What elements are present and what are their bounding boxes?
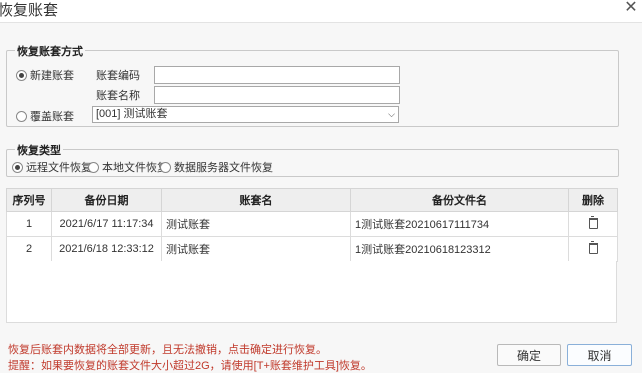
- cell-date: 2021/6/18 12:33:12: [51, 236, 162, 262]
- local-file-radio-dot[interactable]: [88, 161, 99, 173]
- backup-table: 序列号 备份日期 账套名 备份文件名 删除 1 2021/6/17 11:17:…: [6, 188, 618, 262]
- db-server-file-radio[interactable]: 数据服务器文件恢复: [160, 159, 273, 175]
- cell-seq: 1: [6, 211, 52, 237]
- warning-note: 恢复后账套内数据将全部更新，且无法撤销，点击确定进行恢复。: [8, 344, 327, 356]
- table-row[interactable]: 2 2021/6/18 12:33:12 测试账套 1测试账套202106181…: [6, 236, 618, 262]
- reminder-note: 提醒：如果要恢复的账套文件大小超过2G，请使用[T+账套维护工具]恢复。: [8, 360, 372, 372]
- overwrite-account-radio-dot[interactable]: [16, 110, 27, 122]
- overwrite-account-radio-label: 覆盖账套: [30, 111, 74, 123]
- cancel-button[interactable]: 取消: [567, 344, 632, 366]
- remote-file-radio-label: 远程文件恢复: [26, 162, 92, 174]
- account-code-label: 账套编码: [96, 70, 140, 82]
- col-header-date[interactable]: 备份日期: [51, 188, 162, 212]
- close-icon[interactable]: ✕: [622, 0, 640, 17]
- table-header-row: 序列号 备份日期 账套名 备份文件名 删除: [6, 188, 618, 212]
- account-code-input[interactable]: [154, 66, 400, 84]
- col-header-account[interactable]: 账套名: [161, 188, 351, 212]
- trash-icon[interactable]: [588, 216, 598, 229]
- cell-date: 2021/6/17 11:17:34: [51, 211, 162, 237]
- new-account-radio-dot[interactable]: [16, 69, 27, 81]
- cell-filename: 1测试账套20210617111734: [350, 211, 569, 237]
- account-select[interactable]: [001] 测试账套 ⌵: [92, 106, 399, 123]
- restore-type-legend: 恢复类型: [15, 142, 63, 158]
- account-name-input[interactable]: [154, 86, 400, 104]
- cell-filename: 1测试账套20210618123312: [350, 236, 569, 262]
- col-header-delete[interactable]: 删除: [568, 188, 618, 212]
- cell-delete: [568, 211, 618, 237]
- local-file-radio-label: 本地文件恢复: [102, 162, 168, 174]
- new-account-radio[interactable]: 新建账套: [16, 67, 74, 83]
- table-empty-area: [6, 261, 617, 323]
- new-account-radio-label: 新建账套: [30, 70, 74, 82]
- trash-icon[interactable]: [588, 241, 598, 254]
- remote-file-radio-dot[interactable]: [12, 161, 23, 173]
- remote-file-radio[interactable]: 远程文件恢复: [12, 159, 92, 175]
- overwrite-account-radio[interactable]: 覆盖账套: [16, 108, 74, 124]
- account-name-label: 账套名称: [96, 90, 140, 102]
- account-select-value: [001] 测试账套: [96, 108, 168, 120]
- cell-delete: [568, 236, 618, 262]
- col-header-seq[interactable]: 序列号: [6, 188, 52, 212]
- col-header-filename[interactable]: 备份文件名: [350, 188, 569, 212]
- dialog-title: 恢复账套: [0, 2, 59, 19]
- db-server-file-radio-dot[interactable]: [160, 161, 171, 173]
- title-bar: 恢复账套 ✕: [0, 0, 642, 22]
- ok-button[interactable]: 确定: [497, 344, 561, 366]
- cell-account: 测试账套: [161, 236, 351, 262]
- table-row[interactable]: 1 2021/6/17 11:17:34 测试账套 1测试账套202106171…: [6, 211, 618, 237]
- cell-seq: 2: [6, 236, 52, 262]
- chevron-down-icon[interactable]: ⌵: [388, 107, 395, 122]
- local-file-radio[interactable]: 本地文件恢复: [88, 159, 168, 175]
- cell-account: 测试账套: [161, 211, 351, 237]
- db-server-file-radio-label: 数据服务器文件恢复: [174, 162, 273, 174]
- restore-mode-legend: 恢复账套方式: [15, 43, 85, 59]
